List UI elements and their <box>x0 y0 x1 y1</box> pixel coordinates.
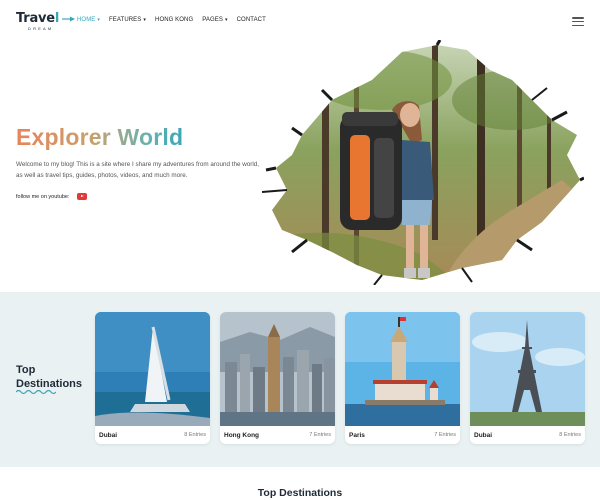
card-name: Dubai <box>99 431 118 439</box>
destinations-title: Top Destinations <box>16 363 82 391</box>
site-header: Travel DREAM HOME ▾ FEATURES ▾ HONG KONG P… <box>0 0 600 42</box>
logo-word-accent: l <box>54 11 60 26</box>
nav-item-label: PAGES <box>202 17 223 23</box>
nav-item-label: CONTACT <box>236 17 266 23</box>
main-nav: HOME ▾ FEATURES ▾ HONG KONG PAGES ▾ CONTACT <box>77 17 266 23</box>
site-logo[interactable]: Travel DREAM <box>16 11 75 32</box>
hero-hiker-image <box>262 40 584 285</box>
hong-kong-skyline-image <box>220 312 335 426</box>
logo-tagline: DREAM <box>28 26 54 31</box>
logo-word-main: Trave <box>16 11 55 26</box>
nav-item-label: HOME <box>77 17 96 23</box>
dubai-burj-al-arab-image <box>95 312 210 426</box>
nav-item-features[interactable]: FEATURES ▾ <box>109 17 146 23</box>
hero-title: Explorer World <box>16 124 184 150</box>
nav-item-home[interactable]: HOME ▾ <box>77 17 100 23</box>
destination-card-dubai[interactable]: Dubai 8 Entries <box>95 312 210 444</box>
card-footer: Hong Kong 7 Entries <box>220 426 335 444</box>
nav-item-hong-kong[interactable]: HONG KONG <box>155 17 193 23</box>
card-name: Dubai <box>474 431 493 439</box>
card-entries: 8 Entries <box>184 432 206 438</box>
nav-item-label: HONG KONG <box>155 17 194 23</box>
nav-item-label: FEATURES <box>109 17 142 23</box>
card-entries: 7 Entries <box>434 432 456 438</box>
nav-item-contact[interactable]: CONTACT <box>237 17 266 23</box>
card-entries: 8 Entries <box>559 432 581 438</box>
logo-plane-icon <box>62 16 75 22</box>
destinations-title-line1: Top <box>16 364 36 376</box>
card-footer: Paris 7 Entries <box>345 426 460 444</box>
section-title: Top Destinations <box>257 487 343 499</box>
hamburger-icon[interactable] <box>572 17 584 26</box>
destination-card-hong-kong[interactable]: Hong Kong 7 Entries <box>220 312 335 444</box>
follow-label: follow me on youtube: <box>16 193 70 200</box>
maidens-tower-image <box>345 312 460 426</box>
card-footer: Dubai 8 Entries <box>95 426 210 444</box>
card-name: Paris <box>349 431 365 439</box>
chevron-down-icon: ▾ <box>225 17 228 23</box>
card-footer: Dubai 8 Entries <box>470 426 585 444</box>
card-name: Hong Kong <box>224 431 260 439</box>
youtube-icon[interactable] <box>76 193 87 200</box>
destination-card-dubai-2[interactable]: Dubai 8 Entries <box>470 312 585 444</box>
destination-card-paris[interactable]: Paris 7 Entries <box>345 312 460 444</box>
chevron-down-icon: ▾ <box>143 17 147 23</box>
wave-divider-icon <box>16 389 56 395</box>
card-entries: 7 Entries <box>309 432 331 438</box>
nav-item-pages[interactable]: PAGES ▾ <box>202 17 227 23</box>
page: Travel DREAM HOME ▾ FEATURES ▾ HONG KONG P… <box>0 0 600 500</box>
chevron-down-icon: ▾ <box>97 17 101 23</box>
eiffel-tower-image <box>470 312 585 426</box>
hero-description: Welcome to my blog! This is a site where… <box>16 161 260 179</box>
follow-youtube: follow me on youtube: <box>16 193 87 200</box>
